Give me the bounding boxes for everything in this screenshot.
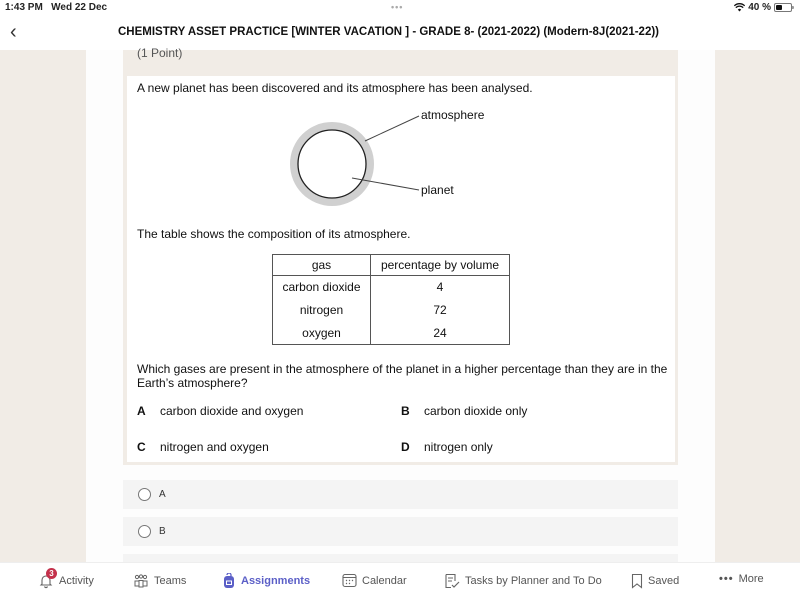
option-d: Dnitrogen only	[401, 440, 493, 454]
question-points: (1 Point)	[137, 46, 183, 60]
background-left	[0, 50, 86, 562]
tab-activity[interactable]: 3 Activity	[38, 568, 94, 589]
tab-saved[interactable]: Saved	[631, 573, 679, 589]
answer-label: B	[159, 526, 166, 537]
backpack-icon	[224, 573, 234, 588]
tab-calendar[interactable]: Calendar	[342, 573, 407, 588]
tab-label: Calendar	[362, 574, 407, 587]
tab-teams[interactable]: Teams	[133, 573, 186, 589]
bell-icon: 3	[38, 568, 57, 589]
table-header-percentage: percentage by volume	[370, 254, 510, 276]
tab-label: Activity	[59, 575, 94, 587]
status-time: 1:43 PM Wed 22 Dec	[5, 2, 108, 13]
tab-label: Tasks by Planner and To Do	[465, 575, 602, 587]
table-cell-percentage: 4	[370, 275, 510, 299]
table-intro: The table shows the composition of its a…	[137, 227, 411, 241]
battery-level	[776, 5, 783, 10]
battery-icon	[774, 3, 794, 12]
notification-badge: 3	[46, 568, 57, 579]
question-intro: A new planet has been discovered and its…	[137, 81, 533, 95]
back-chevron-icon[interactable]: ‹	[10, 21, 17, 44]
answer-choice-c-partial[interactable]	[123, 554, 678, 562]
planet-label: planet	[421, 183, 454, 197]
header: ‹ CHEMISTRY ASSET PRACTICE [WINTER VACAT…	[0, 16, 800, 50]
answer-choice-a[interactable]: A	[123, 480, 678, 509]
question-text: Which gases are present in the atmospher…	[137, 362, 668, 390]
option-a: Acarbon dioxide and oxygen	[137, 404, 304, 418]
tab-assignments[interactable]: Assignments	[222, 573, 310, 589]
table-cell-gas: oxygen	[272, 321, 371, 345]
page-title: CHEMISTRY ASSET PRACTICE [WINTER VACATIO…	[118, 26, 660, 38]
calendar-icon	[342, 573, 357, 588]
radio-button[interactable]	[138, 525, 151, 538]
table-row: carbon dioxide 4	[272, 275, 510, 299]
table-header-gas: gas	[272, 254, 371, 276]
teams-icon	[134, 574, 148, 588]
table-row: oxygen 24	[272, 321, 510, 345]
tab-tasks[interactable]: Tasks by Planner and To Do	[444, 573, 602, 589]
table-cell-percentage: 72	[370, 298, 510, 322]
tab-label: Teams	[154, 575, 187, 587]
more-icon: •••	[719, 573, 734, 585]
option-c: Cnitrogen and oxygen	[137, 440, 269, 454]
option-b: Bcarbon dioxide only	[401, 404, 528, 418]
table-cell-gas: carbon dioxide	[272, 275, 371, 299]
atmosphere-pointer	[364, 115, 420, 142]
planet-circle	[297, 129, 367, 199]
tab-more[interactable]: ••• More	[719, 573, 764, 585]
answer-label: A	[159, 489, 166, 500]
status-bar: 1:43 PM Wed 22 Dec ••• 40 %	[0, 0, 800, 16]
bookmark-icon	[631, 573, 643, 589]
question-image: A new planet has been discovered and its…	[127, 76, 675, 462]
planet-diagram: atmosphere planet	[287, 106, 507, 206]
tab-label: More	[738, 573, 764, 585]
table-cell-percentage: 24	[370, 321, 510, 345]
background-right	[715, 50, 800, 562]
tasks-icon	[445, 573, 460, 589]
radio-button[interactable]	[138, 488, 151, 501]
atmosphere-label: atmosphere	[421, 108, 485, 122]
status-right: 40 %	[734, 2, 794, 13]
multitasking-dots-icon[interactable]: •••	[391, 2, 403, 12]
bottom-tab-bar: 3 Activity Teams Assignments Calendar Ta…	[0, 562, 800, 600]
table-row: nitrogen 72	[272, 298, 510, 322]
tab-label: Assignments	[241, 575, 311, 587]
composition-table: gas percentage by volume carbon dioxide …	[272, 254, 510, 345]
tab-label: Saved	[648, 575, 680, 587]
wifi-icon	[734, 3, 746, 12]
battery-percent: 40 %	[748, 2, 771, 13]
table-cell-gas: nitrogen	[272, 298, 371, 322]
answer-choice-b[interactable]: B	[123, 517, 678, 546]
